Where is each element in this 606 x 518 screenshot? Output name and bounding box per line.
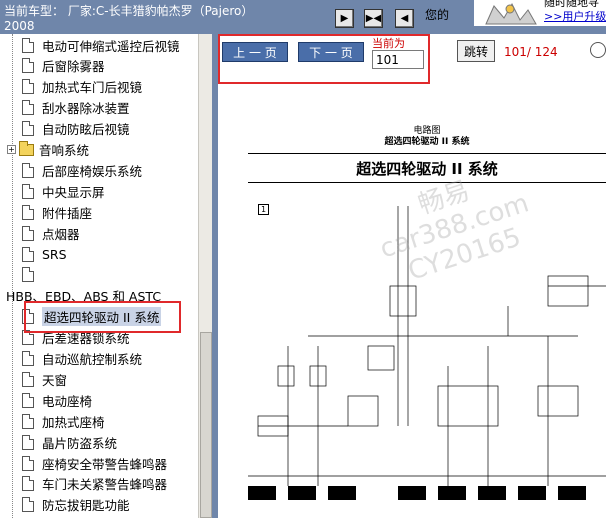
document-icon bbox=[22, 476, 34, 492]
sidebar-item-label: 车门未关紧警告蜂鸣器 bbox=[42, 477, 168, 493]
title-rule bbox=[248, 182, 606, 183]
sidebar-item[interactable]: 刮水器除冰装置 bbox=[22, 98, 130, 118]
document-icon bbox=[22, 79, 34, 95]
back-button[interactable]: ◀ bbox=[395, 9, 414, 28]
document-icon bbox=[22, 455, 34, 471]
document-icon bbox=[22, 100, 34, 116]
sidebar-item-label: 自动防眩后视镜 bbox=[42, 122, 130, 138]
skip-first-button[interactable]: ▶ bbox=[335, 9, 354, 28]
sidebar-item-label: 防忘拔钥匙功能 bbox=[42, 498, 130, 514]
diagram-header-line1: 电路图 bbox=[413, 126, 441, 136]
jump-button[interactable]: 跳转 bbox=[457, 40, 495, 62]
upgrade-link[interactable]: >>用户升级 bbox=[544, 8, 606, 24]
sidebar-item[interactable]: 加热式座椅 bbox=[22, 411, 105, 431]
tree-guide-line bbox=[12, 34, 13, 518]
toolbar-highlight-box bbox=[218, 34, 430, 84]
sidebar-item-label: 加热式车门后视镜 bbox=[42, 80, 143, 96]
sidebar-item[interactable]: 自动巡航控制系统 bbox=[22, 349, 142, 369]
diagram-header-line2: 超选四轮驱动 II 系统 bbox=[384, 137, 470, 147]
close-icon[interactable] bbox=[590, 42, 606, 58]
sidebar-item[interactable]: SRS bbox=[22, 244, 67, 264]
document-icon bbox=[22, 434, 34, 450]
sidebar-tree: 电动可伸缩式遥控后视镜 后窗除雾器加热式车门后视镜 刮水器除冰装置 自动防眩后视镜 + 音… bbox=[0, 34, 212, 518]
expand-icon[interactable]: + bbox=[7, 145, 16, 154]
welcome-text: 您的 bbox=[425, 8, 450, 22]
vehicle-year: 2008 bbox=[4, 19, 35, 33]
sidebar-item[interactable]: 附件插座 bbox=[22, 202, 92, 222]
current-vehicle-label: 当前车型： 厂家:C-长丰猎豹帕杰罗（Pajero） bbox=[4, 4, 254, 18]
sidebar-item[interactable]: 点烟器 bbox=[22, 223, 80, 243]
sidebar-item[interactable]: 电动可伸缩式遥控后视镜 bbox=[22, 35, 180, 55]
play-back-icon: ◀ bbox=[400, 13, 409, 24]
document-icon bbox=[22, 204, 34, 220]
document-icon bbox=[22, 183, 34, 199]
sidebar-item[interactable] bbox=[22, 265, 42, 285]
document-icon bbox=[22, 37, 34, 53]
split-icon: ▶◀ bbox=[365, 13, 382, 24]
sidebar-item-label: 电动可伸缩式遥控后视镜 bbox=[42, 38, 180, 54]
sidebar-item-label: 点烟器 bbox=[42, 226, 80, 242]
diagram-title: 超选四轮驱动 II 系统 bbox=[356, 160, 498, 178]
document-icon bbox=[22, 267, 34, 283]
folder-icon bbox=[19, 140, 34, 156]
sidebar-item-label: SRS bbox=[42, 246, 67, 262]
document-icon bbox=[22, 225, 34, 241]
sidebar-item-label: 中央显示屏 bbox=[42, 184, 105, 200]
sidebar-item[interactable]: 防忘拔钥匙功能 bbox=[22, 495, 130, 515]
document-icon bbox=[22, 58, 34, 74]
sidebar-item-label: 后窗除雾器 bbox=[42, 59, 105, 75]
sidebar-item[interactable]: 后窗除雾器 bbox=[22, 56, 105, 76]
document-icon bbox=[22, 497, 34, 513]
top-bar: 当前车型： 厂家:C-长丰猎豹帕杰罗（Pajero） 2008 ▶ ▶◀ ◀ 您… bbox=[0, 0, 606, 34]
sidebar-item[interactable]: 座椅安全带警告蜂鸣器 bbox=[22, 453, 167, 473]
sidebar-item[interactable]: + 音响系统 bbox=[7, 140, 89, 160]
sidebar-item[interactable]: 电动座椅 bbox=[22, 390, 92, 410]
document-icon bbox=[22, 246, 34, 262]
document-icon bbox=[22, 162, 34, 178]
sidebar-item-label: 自动巡航控制系统 bbox=[42, 352, 143, 367]
sidebar-item-label: 晶片防盗系统 bbox=[42, 435, 118, 451]
sidebar-item[interactable]: 天窗 bbox=[22, 369, 67, 389]
document-icon bbox=[22, 351, 34, 366]
sidebar-item-label: 后部座椅娱乐系统 bbox=[42, 163, 143, 179]
sidebar-item-label: 天窗 bbox=[42, 372, 68, 388]
document-viewer: 上 一 页 下 一 页 当前为 跳转 101/ 124 电路图 超选四轮驱动 I… bbox=[218, 34, 606, 518]
document-icon bbox=[22, 413, 34, 429]
app-window: 当前车型： 厂家:C-长丰猎豹帕杰罗（Pajero） 2008 ▶ ▶◀ ◀ 您… bbox=[0, 0, 606, 518]
sidebar-item-label: 附件插座 bbox=[42, 205, 93, 221]
sidebar-item[interactable]: 后部座椅娱乐系统 bbox=[22, 160, 142, 180]
document-icon bbox=[22, 371, 34, 387]
scrollbar-thumb[interactable] bbox=[200, 332, 212, 518]
wiring-diagram: 电路图 超选四轮驱动 II 系统 超选四轮驱动 II 系统 1 畅易 car38… bbox=[248, 126, 606, 518]
header-rule bbox=[248, 153, 606, 154]
diagram-header: 电路图 超选四轮驱动 II 系统 bbox=[248, 126, 606, 148]
sidebar-item[interactable]: 车门未关紧警告蜂鸣器 bbox=[22, 474, 167, 494]
document-icon bbox=[22, 392, 34, 408]
sidebar-item[interactable]: 中央显示屏 bbox=[22, 181, 105, 201]
page-counter: 101/ 124 bbox=[504, 45, 558, 59]
skip-first-icon: ▶ bbox=[340, 13, 349, 24]
sidebar-scrollbar[interactable] bbox=[198, 34, 212, 518]
sidebar-item[interactable]: 晶片防盗系统 bbox=[22, 432, 117, 452]
sidebar-item-label: 电动座椅 bbox=[42, 393, 93, 409]
sidebar-item[interactable]: 加热式车门后视镜 bbox=[22, 77, 142, 97]
sidebar-item-label: 刮水器除冰装置 bbox=[42, 101, 130, 117]
sidebar-item-label: 座椅安全带警告蜂鸣器 bbox=[42, 456, 168, 472]
selected-item-highlight-box bbox=[24, 301, 181, 333]
promo-banner: 随时随地寻 >>用户升级 bbox=[474, 0, 606, 26]
sidebar-item-label: 加热式座椅 bbox=[42, 414, 105, 430]
split-view-button[interactable]: ▶◀ bbox=[364, 9, 383, 28]
document-icon bbox=[22, 121, 34, 137]
sidebar-item[interactable]: 自动防眩后视镜 bbox=[22, 119, 130, 139]
mascot-icon bbox=[485, 2, 537, 25]
sidebar-item-label: 音响系统 bbox=[39, 143, 90, 158]
